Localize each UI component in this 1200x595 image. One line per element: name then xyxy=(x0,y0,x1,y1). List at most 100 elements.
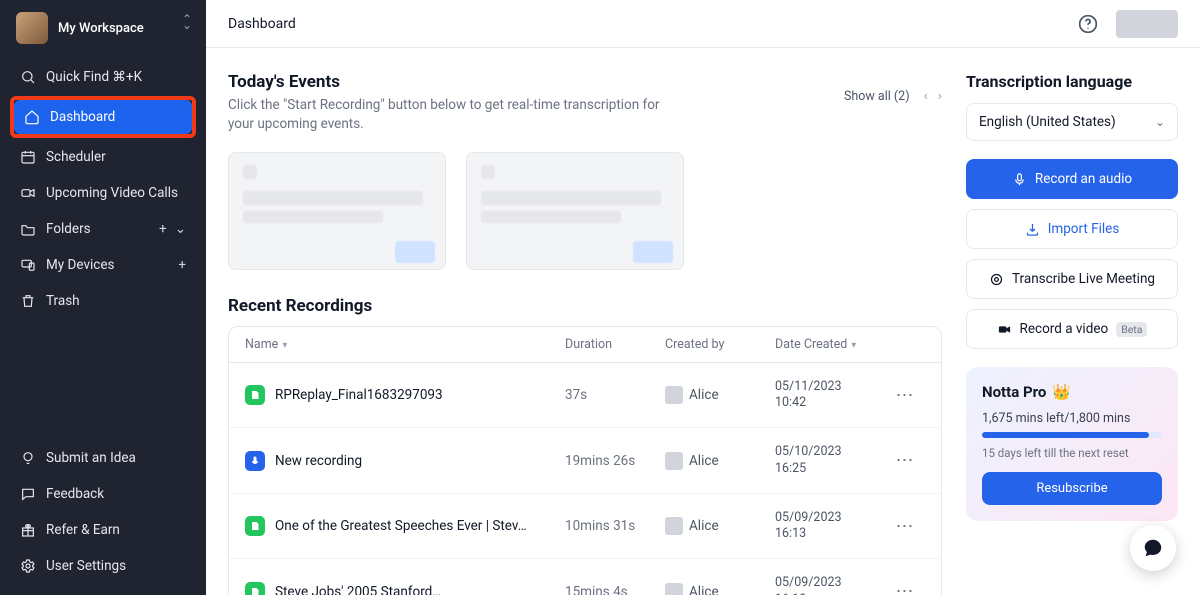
more-icon[interactable]: ⋯ xyxy=(885,385,925,406)
event-card[interactable] xyxy=(466,152,684,270)
file-duration: 19mins 26s xyxy=(565,453,665,469)
nav-label: Dashboard xyxy=(50,109,115,125)
more-icon[interactable]: ⋯ xyxy=(885,516,925,537)
file-name: One of the Greatest Speeches Ever | Stev… xyxy=(275,518,527,534)
resubscribe-button[interactable]: Resubscribe xyxy=(982,472,1162,505)
file-duration: 15mins 4s xyxy=(565,584,665,595)
recordings-table: Name▾ Duration Created by Date Created▾ … xyxy=(228,326,942,595)
nav-label: Feedback xyxy=(46,486,104,502)
table-row[interactable]: Steve Jobs' 2005 Stanford… 15mins 4s Ali… xyxy=(229,559,941,595)
devices-icon xyxy=(20,257,36,273)
sidebar-item-refer[interactable]: Refer & Earn xyxy=(10,513,196,547)
account-placeholder[interactable] xyxy=(1116,10,1178,38)
pro-title: Notta Pro xyxy=(982,383,1046,401)
sidebar-item-upcoming-calls[interactable]: Upcoming Video Calls xyxy=(10,176,196,210)
transcribe-live-button[interactable]: Transcribe Live Meeting xyxy=(966,259,1178,299)
nav-label: Folders xyxy=(46,221,91,237)
event-card[interactable] xyxy=(228,152,446,270)
sidebar-item-devices[interactable]: My Devices + xyxy=(10,248,196,282)
creator-name: Alice xyxy=(689,387,719,403)
events-title: Today's Events xyxy=(228,72,688,92)
import-files-button[interactable]: Import Files xyxy=(966,209,1178,249)
gift-icon xyxy=(20,522,36,538)
more-icon[interactable]: ⋯ xyxy=(885,450,925,471)
more-icon[interactable]: ⋯ xyxy=(885,581,925,595)
sort-icon: ▾ xyxy=(282,340,287,351)
file-name: RPReplay_Final1683297093 xyxy=(275,387,443,403)
button-label: Transcribe Live Meeting xyxy=(1012,271,1155,287)
sidebar-item-quick-find[interactable]: Quick Find ⌘+K xyxy=(10,60,196,94)
nav-label: My Devices xyxy=(46,257,114,273)
chevron-down-icon[interactable]: ⌄ xyxy=(175,221,186,237)
sort-icon: ▾ xyxy=(851,340,856,351)
button-label: Record a video xyxy=(1020,321,1109,337)
trash-icon xyxy=(20,293,36,309)
language-select[interactable]: English (United States) ⌄ xyxy=(966,103,1178,141)
file-time: 16:25 xyxy=(775,461,806,476)
record-video-button[interactable]: Record a video Beta xyxy=(966,309,1178,349)
creator-name: Alice xyxy=(689,453,719,469)
creator-name: Alice xyxy=(689,518,719,534)
pro-subtext: 15 days left till the next reset xyxy=(982,446,1162,460)
action-buttons: Record an audio Import Files Transcribe … xyxy=(966,159,1178,349)
file-icon xyxy=(245,385,265,405)
video-icon xyxy=(20,185,36,201)
col-duration[interactable]: Duration xyxy=(565,337,665,352)
table-row[interactable]: RPReplay_Final1683297093 37s Alice 05/11… xyxy=(229,363,941,429)
sidebar-nav: Quick Find ⌘+K Dashboard Scheduler Upcom… xyxy=(0,52,206,326)
calendar-icon xyxy=(20,149,36,165)
file-icon xyxy=(245,516,265,536)
show-all-link[interactable]: Show all (2) xyxy=(844,89,910,104)
gear-icon xyxy=(20,558,36,574)
workspace-name: My Workspace xyxy=(58,21,144,36)
table-row[interactable]: One of the Greatest Speeches Ever | Stev… xyxy=(229,494,941,560)
nav-label: Quick Find ⌘+K xyxy=(46,69,142,85)
home-icon xyxy=(24,109,40,125)
col-date[interactable]: Date Created▾ xyxy=(775,337,885,352)
message-icon xyxy=(20,486,36,502)
sidebar-item-trash[interactable]: Trash xyxy=(10,284,196,318)
crown-icon: 👑 xyxy=(1052,383,1071,401)
sidebar-item-submit-idea[interactable]: Submit an Idea xyxy=(10,441,196,475)
button-label: Record an audio xyxy=(1035,171,1132,187)
add-folder-icon[interactable]: + xyxy=(159,221,167,237)
file-icon xyxy=(245,582,265,595)
workspace-avatar xyxy=(16,12,48,44)
transcription-language-title: Transcription language xyxy=(966,72,1178,91)
avatar xyxy=(665,386,683,404)
workspace-switcher[interactable]: My Workspace ⌃⌄ xyxy=(0,0,206,52)
sidebar-item-folders[interactable]: Folders + ⌄ xyxy=(10,212,196,246)
topbar: Dashboard xyxy=(206,0,1200,48)
creator-name: Alice xyxy=(689,584,719,595)
todays-events-header: Today's Events Click the "Start Recordin… xyxy=(228,72,942,134)
file-date: 05/09/2023 xyxy=(775,510,842,525)
sidebar-item-feedback[interactable]: Feedback xyxy=(10,477,196,511)
chevron-right-icon[interactable]: › xyxy=(938,88,942,104)
record-audio-button[interactable]: Record an audio xyxy=(966,159,1178,199)
table-header: Name▾ Duration Created by Date Created▾ xyxy=(229,327,941,363)
file-time: 16:13 xyxy=(775,526,806,541)
mic-file-icon xyxy=(245,451,265,471)
chat-fab[interactable] xyxy=(1130,525,1176,571)
nav-label: Scheduler xyxy=(46,149,106,165)
col-created-by[interactable]: Created by xyxy=(665,337,775,352)
nav-label: Refer & Earn xyxy=(46,522,120,538)
add-device-icon[interactable]: + xyxy=(178,257,186,273)
help-icon[interactable] xyxy=(1078,14,1098,34)
file-date: 05/11/2023 xyxy=(775,379,842,394)
chevron-left-icon[interactable]: ‹ xyxy=(924,88,928,104)
sidebar-item-settings[interactable]: User Settings xyxy=(10,549,196,583)
sidebar-item-dashboard[interactable]: Dashboard xyxy=(14,100,192,134)
avatar xyxy=(665,452,683,470)
pro-minutes: 1,675 mins left/1,800 mins xyxy=(982,411,1162,426)
events-subtitle: Click the "Start Recording" button below… xyxy=(228,96,688,134)
notta-pro-card: Notta Pro 👑 1,675 mins left/1,800 mins 1… xyxy=(966,367,1178,521)
lightbulb-icon xyxy=(20,450,36,466)
language-value: English (United States) xyxy=(979,114,1116,130)
col-name[interactable]: Name▾ xyxy=(245,337,565,352)
file-name: Steve Jobs' 2005 Stanford… xyxy=(275,584,441,595)
table-row[interactable]: New recording 19mins 26s Alice 05/10/202… xyxy=(229,428,941,494)
sidebar-item-scheduler[interactable]: Scheduler xyxy=(10,140,196,174)
page-title: Dashboard xyxy=(228,16,296,32)
usage-bar xyxy=(982,432,1162,438)
